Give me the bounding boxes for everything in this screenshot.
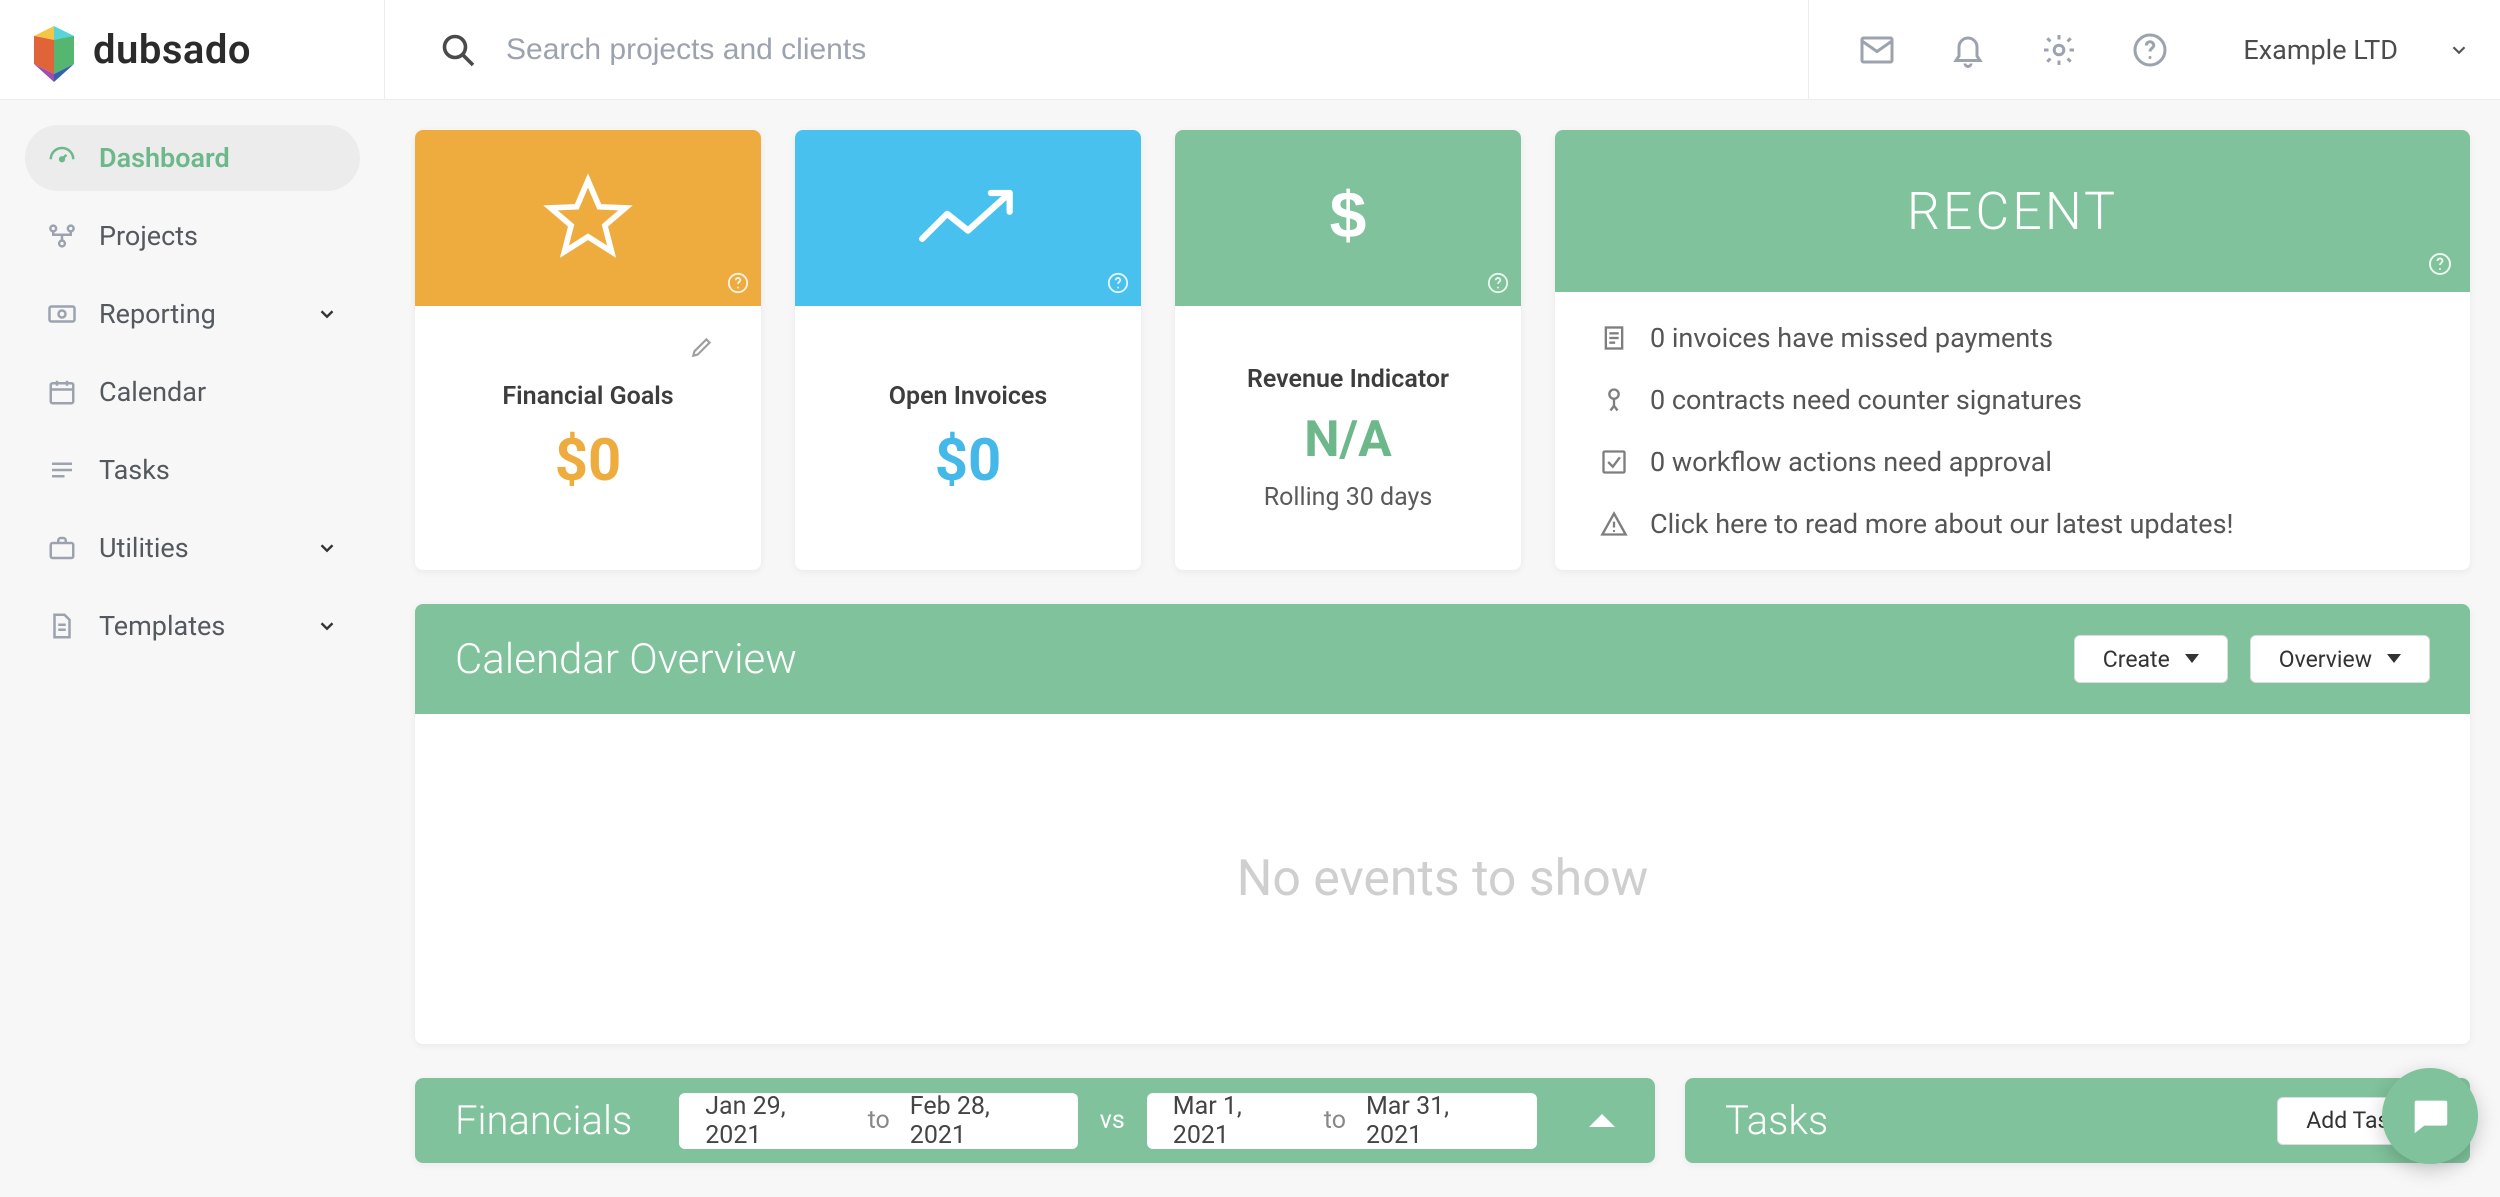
date-to-label: to [1324,1106,1346,1135]
logo-text: dubsado [93,26,251,73]
search-icon[interactable] [440,32,476,68]
date-to-label: to [868,1106,890,1135]
chevron-down-icon [2448,39,2470,61]
logo[interactable]: dubsado [0,0,385,99]
stat-row: Financial Goals $0 Open Invoices $0 $ [415,130,2470,570]
sidebar-item-dashboard[interactable]: Dashboard [25,125,360,191]
brand-switcher[interactable]: Example LTD [2223,34,2470,66]
recent-row-contracts[interactable]: 0 contracts need counter signatures [1600,384,2425,416]
recent-row-workflows[interactable]: 0 workflow actions need approval [1600,446,2425,478]
caret-down-icon [2185,654,2199,664]
panel-title: Tasks [1725,1097,1828,1144]
svg-text:$: $ [1330,183,1367,252]
stat-head-goals [415,130,761,306]
recent-row-invoices[interactable]: 0 invoices have missed payments [1600,322,2425,354]
button-label: Overview [2279,646,2372,673]
stat-value: $0 [935,427,1002,495]
tasks-panel: Tasks Add Task [1685,1078,2470,1163]
sidebar-item-label: Templates [99,610,225,642]
stat-card-invoices: Open Invoices $0 [795,130,1141,570]
stat-title: Revenue Indicator [1247,364,1449,397]
help-icon[interactable] [2132,32,2168,68]
mail-icon[interactable] [1859,32,1895,68]
recent-row-updates[interactable]: Click here to read more about our latest… [1600,508,2425,540]
sidebar-item-calendar[interactable]: Calendar [25,359,360,425]
recent-title: RECENT [1907,181,2118,242]
calendar-empty-text: No events to show [1237,850,1649,908]
date-to: Mar 31, 2021 [1366,1092,1511,1150]
date-from: Mar 1, 2021 [1173,1092,1304,1150]
chevron-down-icon [316,615,338,637]
search-area [385,0,1808,99]
stat-card-goals: Financial Goals $0 [415,130,761,570]
list-icon [47,455,77,485]
sidebar-item-projects[interactable]: Projects [25,203,360,269]
calendar-panel: Calendar Overview Create Overview No eve… [415,604,2470,1044]
stat-title: Open Invoices [889,381,1047,414]
search-input[interactable] [506,33,1306,67]
branch-icon [47,221,77,251]
sidebar: Dashboard Projects Reporting Calendar Ta… [0,100,385,1197]
recent-text: Click here to read more about our latest… [1650,508,2233,540]
recent-text: 0 contracts need counter signatures [1650,384,2082,416]
collapse-up-icon[interactable] [1589,1114,1615,1127]
recent-text: 0 workflow actions need approval [1650,446,2052,478]
sidebar-item-label: Dashboard [99,142,230,174]
stat-head-revenue: $ [1175,130,1521,306]
financials-panel: Financials Jan 29, 2021 to Feb 28, 2021 … [415,1078,1655,1163]
edit-icon[interactable] [689,334,715,360]
stat-value: $0 [555,427,622,495]
sidebar-item-label: Tasks [99,454,170,486]
stat-value: N/A [1304,411,1391,469]
stat-title: Financial Goals [502,381,673,414]
calendar-create-button[interactable]: Create [2074,635,2228,683]
sidebar-item-tasks[interactable]: Tasks [25,437,360,503]
sidebar-item-utilities[interactable]: Utilities [25,515,360,581]
financials-range-1[interactable]: Jan 29, 2021 to Feb 28, 2021 [679,1093,1078,1149]
sidebar-item-label: Projects [99,220,198,252]
sidebar-item-label: Calendar [99,376,206,408]
brand-name: Example LTD [2243,34,2398,66]
gear-icon[interactable] [2041,32,2077,68]
stat-card-revenue: $ Revenue Indicator N/A Rolling 30 days [1175,130,1521,570]
money-icon [47,299,77,329]
bell-icon[interactable] [1950,32,1986,68]
recent-text: 0 invoices have missed payments [1650,322,2053,354]
stat-head-invoices [795,130,1141,306]
chevron-down-icon [316,303,338,325]
calendar-overview-button[interactable]: Overview [2250,635,2430,683]
calendar-icon [47,377,77,407]
financials-range-2[interactable]: Mar 1, 2021 to Mar 31, 2021 [1147,1093,1537,1149]
bottom-row: Financials Jan 29, 2021 to Feb 28, 2021 … [415,1078,2470,1197]
logo-icon [30,26,78,74]
caret-down-icon [2387,654,2401,664]
panel-title: Financials [455,1097,632,1144]
recent-card: RECENT 0 invoices have missed payments 0… [1555,130,2470,570]
sidebar-item-templates[interactable]: Templates [25,593,360,659]
date-from: Jan 29, 2021 [705,1092,847,1150]
stat-subtitle: Rolling 30 days [1264,483,1433,512]
topbar: dubsado Example LTD [0,0,2500,100]
button-label: Create [2103,646,2170,673]
panel-title: Calendar Overview [455,635,797,684]
briefcase-icon [47,533,77,563]
topbar-actions: Example LTD [1808,0,2500,99]
sidebar-item-label: Utilities [99,532,189,564]
help-icon[interactable] [1487,272,1509,294]
file-icon [47,611,77,641]
help-icon[interactable] [727,272,749,294]
chat-launcher[interactable] [2382,1068,2478,1164]
gauge-icon [47,143,77,173]
sidebar-item-reporting[interactable]: Reporting [25,281,360,347]
main-content: Financial Goals $0 Open Invoices $0 $ [385,100,2500,1197]
help-icon[interactable] [1107,272,1129,294]
date-to: Feb 28, 2021 [910,1092,1052,1150]
sidebar-item-label: Reporting [99,298,216,330]
chevron-down-icon [316,537,338,559]
vs-label: vs [1100,1106,1125,1135]
help-icon[interactable] [2428,252,2452,276]
